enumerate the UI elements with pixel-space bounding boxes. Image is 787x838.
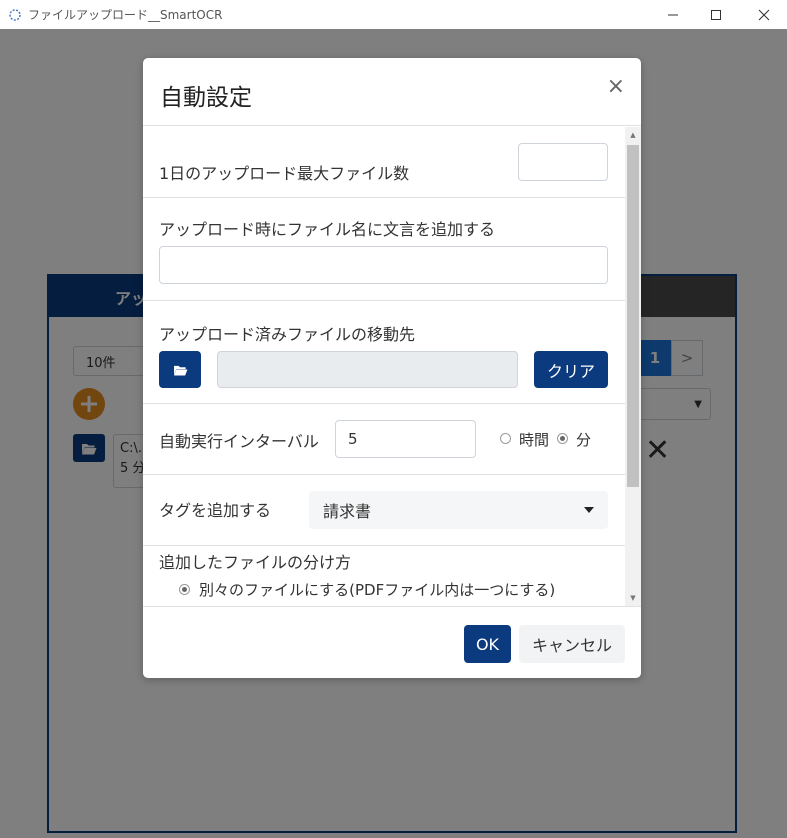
tag-row: タグを追加する 請求書 [143,475,625,546]
minimize-icon [668,14,678,15]
split-option1-label: 別々のファイルにする(PDFファイル内は一つにする) [199,581,556,599]
modal-body: 1日のアップロード最大ファイル数 アップロード時にファイル名に文言を追加する ア… [143,127,625,606]
modal-close-icon[interactable]: × [607,76,625,98]
tag-select-value: 請求書 [323,502,372,521]
clear-button[interactable]: クリア [534,351,608,388]
tag-label: タグを追加する [159,501,272,520]
app-icon [9,8,21,21]
unit-minute-label: 分 [576,431,592,449]
append-text-input[interactable] [159,246,608,284]
max-files-input[interactable] [518,143,608,181]
split-option1-radio[interactable] [179,584,190,595]
interval-input[interactable]: 5 [335,420,476,458]
close-icon [758,9,770,20]
caret-down-icon [584,507,594,513]
cancel-button[interactable]: キャンセル [519,625,625,663]
append-text-row: アップロード時にファイル名に文言を追加する [143,198,625,301]
window-title: ファイルアップロード__SmartOCR [28,8,223,22]
browse-folder-button[interactable] [159,351,201,388]
modal-title: 自動設定 [160,85,252,111]
unit-minute-radio[interactable] [557,433,568,444]
move-dest-row: アップロード済みファイルの移動先 クリア [143,301,625,404]
move-dest-label: アップロード済みファイルの移動先 [159,325,416,344]
modal-scrollbar[interactable]: ▲ ▼ [625,127,641,606]
folder-open-icon [173,365,187,376]
maximize-icon [711,9,721,20]
window-close-button[interactable] [741,0,787,29]
ok-button[interactable]: OK [464,625,511,663]
split-label: 追加したファイルの分け方 [159,553,352,572]
move-dest-path [217,351,518,388]
max-files-row: 1日のアップロード最大ファイル数 [143,127,625,198]
modal-header: 自動設定 × [143,58,641,126]
split-row: 追加したファイルの分け方 別々のファイルにする(PDFファイル内は一つにする) [143,546,625,606]
max-files-label: 1日のアップロード最大ファイル数 [159,164,410,183]
scroll-down-icon[interactable]: ▼ [625,590,641,606]
append-text-label: アップロード時にファイル名に文言を追加する [159,220,496,239]
auto-settings-modal: 自動設定 × 1日のアップロード最大ファイル数 アップロード時にファイル名に文言… [143,58,641,678]
interval-label: 自動実行インターバル [159,432,319,451]
scroll-thumb[interactable] [627,145,639,487]
scroll-up-icon[interactable]: ▲ [625,127,641,143]
unit-hour-label: 時間 [519,431,550,449]
interval-row: 自動実行インターバル 5 時間 分 [143,404,625,475]
tag-select[interactable]: 請求書 [309,491,608,529]
maximize-button[interactable] [693,0,739,29]
modal-footer: OK キャンセル [143,606,641,678]
unit-hour-radio[interactable] [500,433,511,444]
minimize-button[interactable] [650,0,696,29]
window-titlebar: ファイルアップロード__SmartOCR [0,0,787,29]
